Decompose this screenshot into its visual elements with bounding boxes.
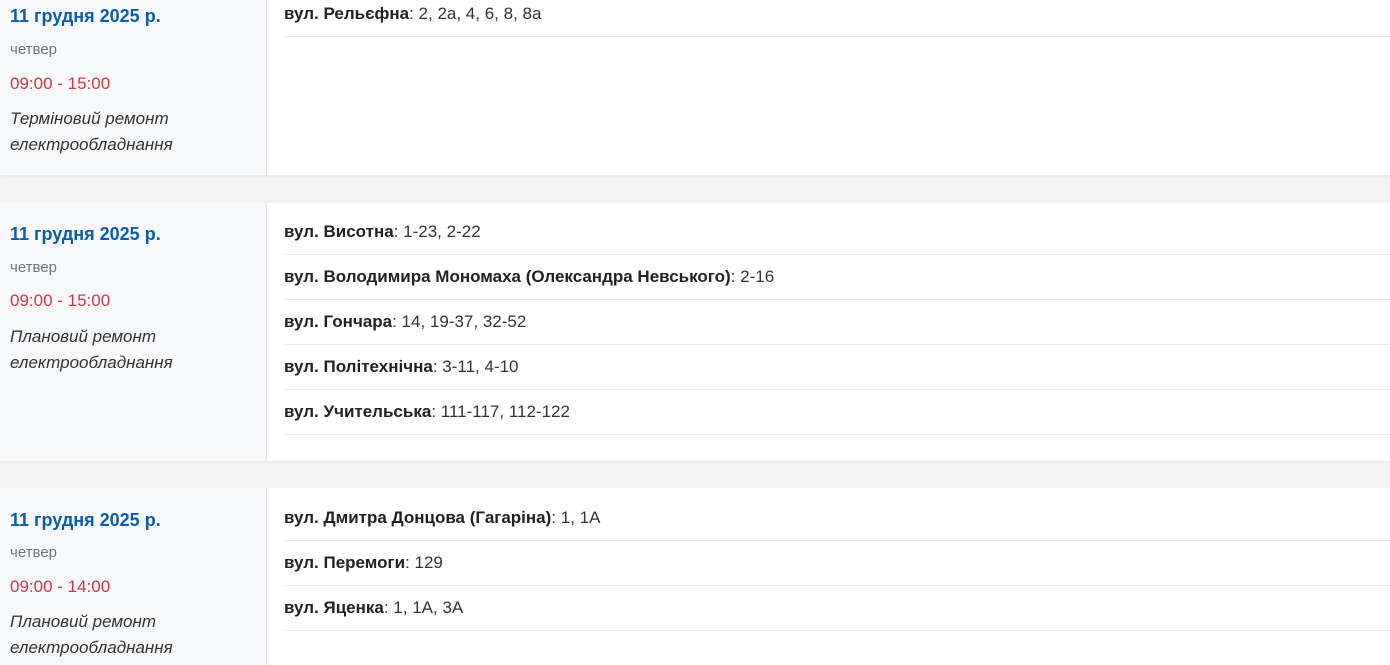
outage-card: 11 грудня 2025 р. четвер 09:00 - 15:00 П… — [0, 203, 1390, 461]
outage-reason: Плановий ремонт електрообладнання — [10, 327, 173, 372]
address-list: вул. Висотна: 1-23, 2-22 вул. Володимира… — [267, 203, 1390, 461]
address-item: вул. Перемоги: 129 — [284, 541, 1390, 586]
address-item: вул. Дмитра Донцова (Гагаріна): 1, 1А — [284, 496, 1390, 541]
outage-time: 09:00 - 15:00 — [10, 74, 111, 93]
address-list: вул. Рельєфна: 2, 2а, 4, 6, 8, 8а — [267, 0, 1390, 175]
address-item: вул. Висотна: 1-23, 2-22 — [284, 210, 1390, 255]
street-name: вул. Дмитра Донцова (Гагаріна) — [284, 508, 552, 527]
address-item: вул. Гончара: 14, 19-37, 32-52 — [284, 300, 1390, 345]
outage-card: 11 грудня 2025 р. четвер 09:00 - 14:00 П… — [0, 488, 1390, 665]
house-numbers: : 3-11, 4-10 — [432, 357, 519, 376]
house-numbers: : 129 — [405, 553, 443, 572]
house-numbers: : 2, 2а, 4, 6, 8, 8а — [409, 4, 542, 23]
house-numbers: : 14, 19-37, 32-52 — [392, 312, 527, 331]
street-name: вул. Яценка — [284, 598, 384, 617]
outage-time: 09:00 - 14:00 — [10, 577, 111, 596]
house-numbers: : 2-16 — [730, 267, 775, 286]
street-name: вул. Політехнічна — [284, 357, 433, 376]
street-name: вул. Перемоги — [284, 553, 406, 572]
outage-reason: Терміновий ремонт електрообладнання — [10, 109, 173, 154]
outage-weekday: четвер — [10, 544, 58, 561]
house-numbers: : 1, 1А — [551, 508, 601, 527]
outage-date: 11 грудня 2025 р. — [10, 510, 161, 530]
house-numbers: : 1-23, 2-22 — [393, 222, 481, 241]
address-item: вул. Учительська: 111-117, 112-122 — [284, 390, 1390, 435]
address-item: вул. Яценка: 1, 1А, 3А — [284, 586, 1390, 631]
street-name: вул. Учительська — [284, 402, 432, 421]
street-name: вул. Гончара — [284, 312, 393, 331]
address-item: вул. Політехнічна: 3-11, 4-10 — [284, 345, 1390, 390]
outage-date: 11 грудня 2025 р. — [10, 224, 161, 244]
outage-info: 11 грудня 2025 р. четвер 09:00 - 14:00 П… — [0, 488, 267, 665]
outage-card: 11 грудня 2025 р. четвер 09:00 - 15:00 Т… — [0, 0, 1390, 175]
outage-info: 11 грудня 2025 р. четвер 09:00 - 15:00 Т… — [0, 0, 267, 175]
outage-reason: Плановий ремонт електрообладнання — [10, 612, 173, 657]
house-numbers: : 1, 1А, 3А — [383, 598, 464, 617]
outage-date: 11 грудня 2025 р. — [10, 6, 161, 26]
address-item: вул. Рельєфна: 2, 2а, 4, 6, 8, 8а — [284, 0, 1390, 37]
address-list: вул. Дмитра Донцова (Гагаріна): 1, 1А ву… — [267, 488, 1390, 665]
street-name: вул. Висотна — [284, 222, 394, 241]
address-item: вул. Володимира Мономаха (Олександра Нев… — [284, 255, 1390, 300]
street-name: вул. Володимира Мономаха (Олександра Нев… — [284, 267, 731, 286]
street-name: вул. Рельєфна — [284, 4, 410, 23]
outage-weekday: четвер — [10, 41, 58, 58]
outage-weekday: четвер — [10, 259, 58, 276]
outage-time: 09:00 - 15:00 — [10, 291, 111, 310]
outage-info: 11 грудня 2025 р. четвер 09:00 - 15:00 П… — [0, 203, 267, 461]
house-numbers: : 111-117, 112-122 — [431, 402, 570, 421]
